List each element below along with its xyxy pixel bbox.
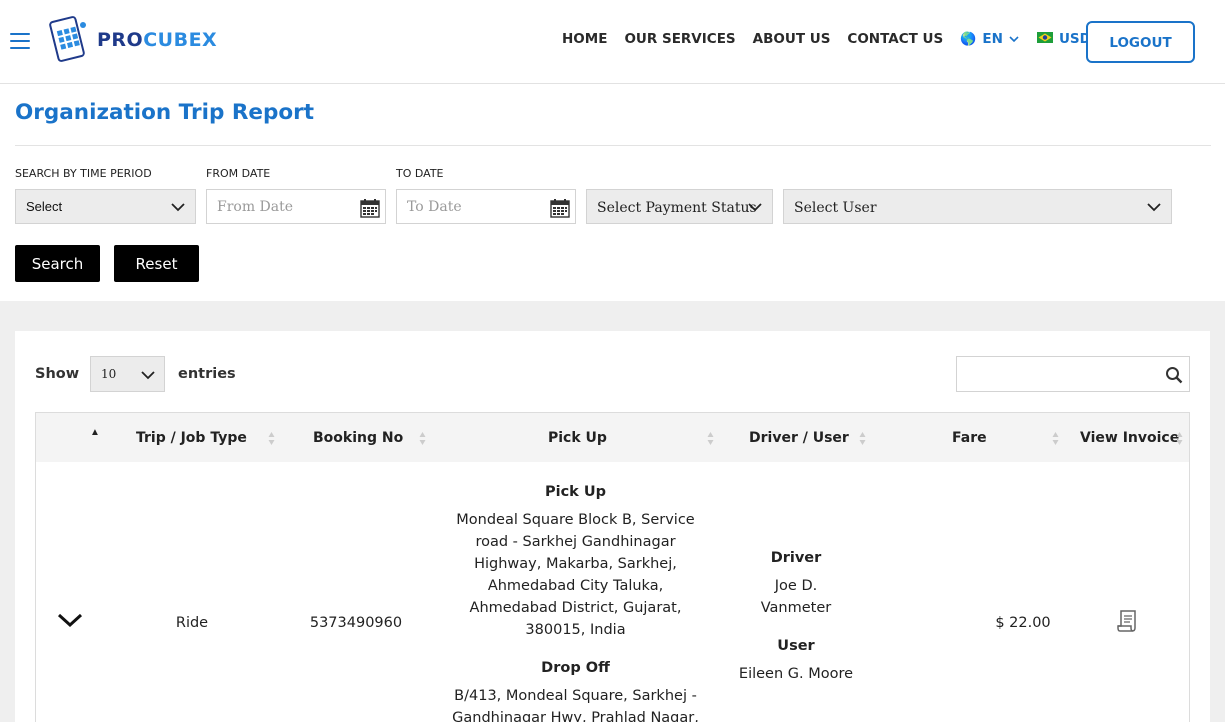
top-navbar: PROCUBEX HOME OUR SERVICES ABOUT US CONT… [0, 0, 1225, 84]
pickup-line: Ahmedabad District, Gujarat, [469, 600, 682, 616]
from-date-input[interactable]: From Date [206, 189, 386, 224]
nav-our-services[interactable]: OUR SERVICES [624, 31, 735, 47]
logo-cube-icon [49, 16, 86, 62]
calendar-icon[interactable] [550, 198, 570, 218]
fare-cell: $ 22.00 [995, 615, 1051, 631]
chevron-down-icon [141, 371, 155, 380]
time-period-label: SEARCH BY TIME PERIOD [15, 167, 152, 180]
col-booking-no[interactable]: Booking No [313, 430, 403, 446]
to-date-label: TO DATE [396, 167, 444, 180]
language-dropdown[interactable]: 🌎 EN [960, 31, 1019, 47]
pickup-heading: Pick Up [544, 484, 607, 500]
driver-name-line: Joe D. [774, 578, 818, 594]
show-label: Show [35, 366, 80, 382]
chevron-down-icon [1147, 203, 1161, 212]
sort-icon[interactable] [268, 431, 275, 446]
driver-heading: Driver [770, 550, 822, 566]
time-period-select[interactable]: Select [15, 189, 196, 224]
pickup-line: Ahmedabad City Taluka, [487, 578, 664, 594]
to-date-input[interactable]: To Date [396, 189, 576, 224]
dropoff-line: B/413, Mondeal Square, Sarkhej - [454, 688, 697, 704]
pickup-line: Highway, Makarba, Sarkhej, [474, 556, 677, 572]
sort-icon[interactable] [419, 431, 426, 446]
time-period-value: Select [26, 199, 63, 214]
sort-icon[interactable] [859, 431, 866, 446]
dropoff-heading: Drop Off [541, 660, 610, 676]
globe-icon: 🌎 [960, 31, 977, 47]
sort-icon[interactable] [1052, 431, 1059, 446]
chevron-down-icon [171, 203, 185, 212]
main-nav: HOME OUR SERVICES ABOUT US CONTACT US 🌎 … [562, 31, 1125, 47]
from-date-label: FROM DATE [206, 167, 271, 180]
page-title: Organization Trip Report [15, 100, 315, 125]
chevron-down-icon [748, 203, 762, 212]
col-pick-up[interactable]: Pick Up [548, 430, 607, 446]
pickup-line: Mondeal Square Block B, Service [456, 512, 695, 528]
col-view-invoice[interactable]: View Invoice [1080, 430, 1179, 446]
menu-icon[interactable] [10, 33, 30, 49]
col-trip-type[interactable]: Trip / Job Type [136, 430, 247, 446]
pickup-address: Mondeal Square Block B, Service road - S… [435, 509, 716, 641]
entries-select[interactable]: 10 [90, 356, 165, 392]
chevron-down-icon [1009, 36, 1019, 43]
booking-no-cell: 5373490960 [309, 615, 403, 631]
col-fare[interactable]: Fare [952, 430, 987, 446]
logout-button[interactable]: LOGOUT [1086, 21, 1195, 63]
divider [15, 145, 1211, 146]
nav-home[interactable]: HOME [562, 31, 607, 47]
sort-icon[interactable] [707, 431, 714, 446]
sort-icon[interactable] [1176, 431, 1183, 446]
search-icon[interactable] [1165, 366, 1183, 384]
flag-icon [1036, 31, 1053, 47]
entries-value: 10 [101, 367, 117, 381]
trip-type-cell: Ride [175, 615, 209, 631]
user-name: Eileen G. Moore [738, 666, 854, 682]
expand-row-icon[interactable] [57, 610, 83, 630]
payment-status-value: Select Payment Status [597, 199, 757, 216]
reset-button[interactable]: Reset [114, 245, 199, 282]
pickup-line: 380015, India [525, 622, 626, 638]
from-date-placeholder: From Date [217, 198, 294, 215]
to-date-placeholder: To Date [407, 198, 462, 215]
search-button[interactable]: Search [15, 245, 100, 282]
col-driver-user[interactable]: Driver / User [749, 430, 849, 446]
logo-wordmark: PROCUBEX [97, 29, 218, 51]
invoice-icon[interactable] [1116, 609, 1138, 633]
logo[interactable]: PROCUBEX [45, 15, 217, 65]
user-select[interactable]: Select User [783, 189, 1172, 224]
pickup-line: road - Sarkhej Gandhinagar [475, 534, 676, 550]
nav-about-us[interactable]: ABOUT US [753, 31, 831, 47]
dropoff-line: Gandhinagar Hwy, Prahlad Nagar, [452, 710, 699, 722]
payment-status-select[interactable]: Select Payment Status [586, 189, 773, 224]
entries-label: entries [178, 366, 236, 382]
language-label: EN [982, 31, 1003, 47]
sort-asc-icon[interactable]: ▲ [90, 427, 100, 438]
table-header: ▲ Trip / Job Type Booking No Pick Up Dri… [35, 412, 1190, 463]
dropoff-address: B/413, Mondeal Square, Sarkhej - Gandhin… [435, 685, 716, 722]
calendar-icon[interactable] [360, 198, 380, 218]
driver-name: Joe D. Vanmeter [726, 575, 866, 619]
user-heading: User [777, 638, 815, 654]
driver-name-line: Vanmeter [760, 600, 832, 616]
user-select-value: Select User [794, 199, 877, 216]
table-search-input[interactable] [956, 356, 1190, 392]
nav-contact-us[interactable]: CONTACT US [847, 31, 943, 47]
